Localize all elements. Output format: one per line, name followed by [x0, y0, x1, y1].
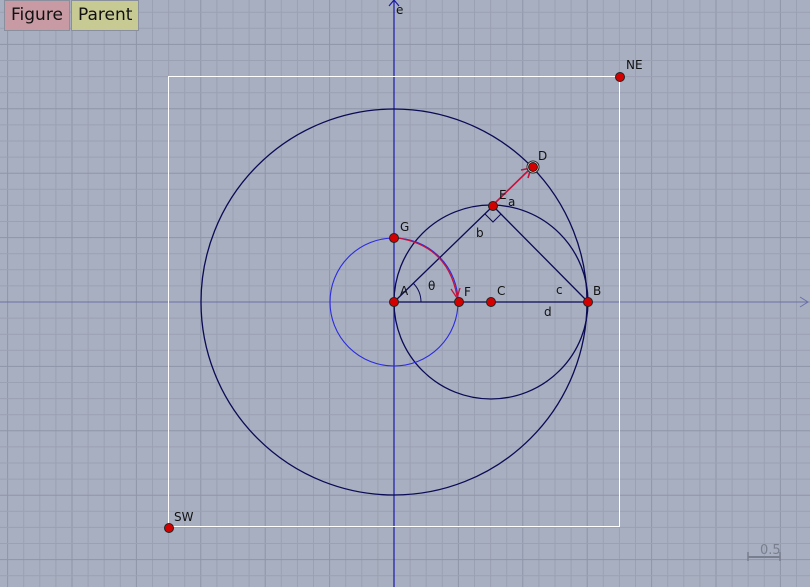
label-c: c: [556, 283, 563, 297]
point-C[interactable]: [486, 297, 496, 307]
label-G: G: [400, 220, 409, 234]
label-B: B: [593, 284, 601, 298]
point-SW[interactable]: [164, 523, 174, 533]
right-angle-marker: [484, 213, 502, 223]
parent-button[interactable]: Parent: [71, 0, 139, 31]
label-F: F: [464, 285, 471, 299]
point-F[interactable]: [454, 297, 464, 307]
theta-label: θ: [428, 279, 435, 293]
axis-e-label: e: [396, 3, 403, 17]
label-A: A: [400, 284, 409, 298]
label-D: D: [538, 149, 547, 163]
point-G[interactable]: [389, 233, 399, 243]
label-NE: NE: [626, 58, 643, 72]
label-E: E: [499, 188, 507, 202]
point-A[interactable]: [389, 297, 399, 307]
geometry-canvas[interactable]: e θ NE SW A B C D E F G a b c d 0.5: [0, 0, 810, 587]
label-C: C: [497, 284, 505, 298]
point-NE[interactable]: [615, 72, 625, 82]
point-E[interactable]: [488, 201, 498, 211]
scale-bar-label: 0.5: [760, 543, 781, 558]
label-d: d: [544, 305, 552, 319]
label-b: b: [476, 226, 484, 240]
label-SW: SW: [174, 510, 194, 524]
point-B[interactable]: [583, 297, 593, 307]
figure-button[interactable]: Figure: [4, 0, 70, 31]
point-D[interactable]: [528, 162, 538, 172]
label-a: a: [508, 195, 515, 209]
